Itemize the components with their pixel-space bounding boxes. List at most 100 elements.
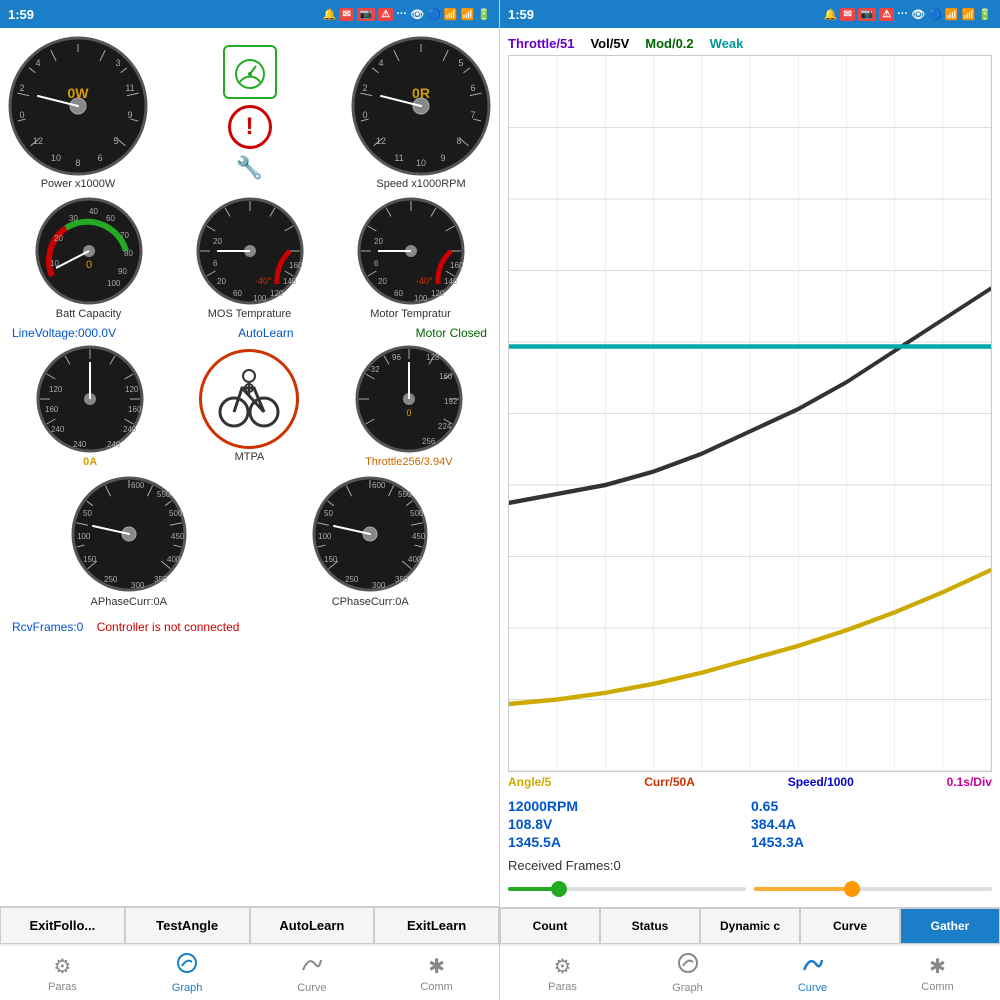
svg-text:60: 60 (106, 214, 115, 223)
throttle-value: Throttle256/3.94V (365, 456, 452, 468)
aphase-label: APhaseCurr:0A (91, 596, 167, 608)
svg-text:60: 60 (394, 289, 403, 298)
line-voltage: LineVoltage:000.0V (12, 326, 116, 340)
right-paras-icon: ⚙ (554, 954, 572, 979)
time-label: 0.1s/Div (947, 775, 992, 789)
svg-text:12: 12 (376, 136, 386, 146)
gauges-row-3: 120 160 240 240 240 240 160 120 0A (8, 344, 491, 468)
svg-text:350: 350 (154, 575, 168, 584)
throttle-chart-label: Throttle/51 (508, 36, 574, 51)
right-nav-graph[interactable]: Graph (625, 946, 750, 1000)
right-nav-curve[interactable]: Curve (750, 946, 875, 1000)
left-nav-graph[interactable]: Graph (125, 946, 250, 1000)
data-val-1-value: 384.4A (751, 816, 992, 832)
motor-gauge-svg: 20 6 20 60 100 120 140 160 -40° (356, 196, 466, 306)
left-paras-icon: ⚙ (53, 954, 71, 979)
warning-icon: ! (228, 105, 272, 149)
svg-text:100: 100 (77, 532, 91, 541)
status-button[interactable]: Status (600, 908, 700, 944)
svg-text:100: 100 (414, 294, 428, 303)
cphase-gauge-svg: 50 100 150 250 300 350 400 450 500 550 6… (310, 474, 430, 594)
angle-label: Angle/5 (508, 775, 551, 789)
right-curve-label: Curve (798, 982, 827, 994)
speedometer-icon (223, 45, 277, 99)
count-button[interactable]: Count (500, 908, 600, 944)
svg-text:9: 9 (127, 110, 132, 120)
svg-text:160: 160 (450, 261, 464, 270)
svg-text:6: 6 (470, 83, 475, 93)
left-graph-icon (176, 952, 198, 980)
dynamic-button[interactable]: Dynamic c (700, 908, 800, 944)
svg-text:20: 20 (213, 237, 222, 246)
right-nav-paras[interactable]: ⚙ Paras (500, 946, 625, 1000)
gather-button[interactable]: Gather (900, 908, 1000, 944)
svg-text:240: 240 (73, 440, 87, 449)
svg-text:300: 300 (131, 581, 145, 590)
left-time: 1:59 (8, 7, 34, 22)
svg-text:-40°: -40° (416, 276, 433, 286)
left-panel: 1:59 🔔 ✉ 📷 ⚠ ··· 👁 🔵 📶 📶 🔋 (0, 0, 500, 1000)
middle-icons: ! 🔧 (223, 45, 277, 181)
curr-label: Curr/50A (644, 775, 695, 789)
svg-text:240: 240 (123, 425, 137, 434)
cphase-gauge-container: 50 100 150 250 300 350 400 450 500 550 6… (310, 474, 430, 608)
motor-label: Motor Tempratur (370, 308, 451, 320)
auto-learn-button[interactable]: AutoLearn (250, 907, 375, 944)
right-status-icons: 🔔 ✉ 📷 ⚠ ··· 👁 🔵 📶 📶 🔋 (824, 8, 992, 21)
svg-text:224: 224 (438, 422, 452, 431)
svg-text:6: 6 (213, 259, 218, 268)
svg-text:30: 30 (69, 214, 78, 223)
svg-text:5: 5 (458, 58, 463, 68)
svg-text:192: 192 (444, 397, 458, 406)
mos-gauge-container: 20 6 20 60 100 120 140 160 -40° MOS Temp… (195, 196, 305, 320)
svg-text:100: 100 (253, 294, 267, 303)
status-text-row: RcvFrames:0 Controller is not connected (8, 614, 491, 640)
data-val-2-value: 1453.3A (751, 834, 992, 850)
exit-learn-button[interactable]: ExitLearn (374, 907, 499, 944)
svg-text:140: 140 (283, 277, 297, 286)
svg-text:600: 600 (372, 481, 386, 490)
left-comm-icon: ✱ (428, 954, 445, 979)
left-bottom-nav: ⚙ Paras Graph Curve ✱ Comm (0, 944, 499, 1000)
received-frames: Received Frames:0 (508, 856, 992, 875)
left-status-icons: 🔔 ✉ 📷 ⚠ ··· 👁 🔵 📶 📶 🔋 (323, 8, 491, 21)
right-nav-comm[interactable]: ✱ Comm (875, 946, 1000, 1000)
right-graph-label: Graph (672, 982, 703, 994)
svg-text:140: 140 (444, 277, 458, 286)
svg-text:120: 120 (431, 289, 445, 298)
curve-button[interactable]: Curve (800, 908, 900, 944)
rcv-frames: RcvFrames:0 (12, 620, 83, 634)
svg-text:6: 6 (97, 153, 102, 163)
svg-text:500: 500 (410, 509, 424, 518)
svg-text:300: 300 (372, 581, 386, 590)
svg-text:40: 40 (89, 207, 98, 216)
left-content: 4 2 0 12 10 8 6 5 9 11 3 0W (0, 28, 499, 906)
mtpa-icon (199, 349, 299, 449)
green-slider-track[interactable] (508, 881, 746, 897)
svg-text:120: 120 (125, 385, 139, 394)
left-nav-comm[interactable]: ✱ Comm (374, 946, 499, 1000)
exit-follow-button[interactable]: ExitFollo... (0, 907, 125, 944)
speed-label: Speed/1000 (788, 775, 854, 789)
chart-bottom-labels: Angle/5 Curr/50A Speed/1000 0.1s/Div (508, 772, 992, 792)
svg-text:12: 12 (33, 136, 43, 146)
svg-text:240: 240 (51, 425, 65, 434)
left-nav-paras[interactable]: ⚙ Paras (0, 946, 125, 1000)
power-gauge-container: 4 2 0 12 10 8 6 5 9 11 3 0W (8, 36, 148, 190)
current-gauge-container: 120 160 240 240 240 240 160 120 0A (35, 344, 145, 468)
svg-text:50: 50 (324, 509, 333, 518)
svg-text:80: 80 (124, 249, 133, 258)
chart-area (508, 55, 992, 772)
svg-text:450: 450 (412, 532, 426, 541)
test-angle-button[interactable]: TestAngle (125, 907, 250, 944)
left-nav-curve[interactable]: Curve (250, 946, 375, 1000)
orange-slider-track[interactable] (754, 881, 992, 897)
aphase-gauge-svg: 50 100 150 250 300 350 400 450 500 550 6… (69, 474, 189, 594)
svg-text:160: 160 (289, 261, 303, 270)
data-val-0-value: 0.65 (751, 798, 992, 814)
aphase-gauge-container: 50 100 150 250 300 350 400 450 500 550 6… (69, 474, 189, 608)
current-value: 0A (83, 456, 97, 468)
svg-text:0: 0 (362, 110, 367, 120)
mos-gauge-svg: 20 6 20 60 100 120 140 160 -40° (195, 196, 305, 306)
svg-text:9: 9 (440, 153, 445, 163)
